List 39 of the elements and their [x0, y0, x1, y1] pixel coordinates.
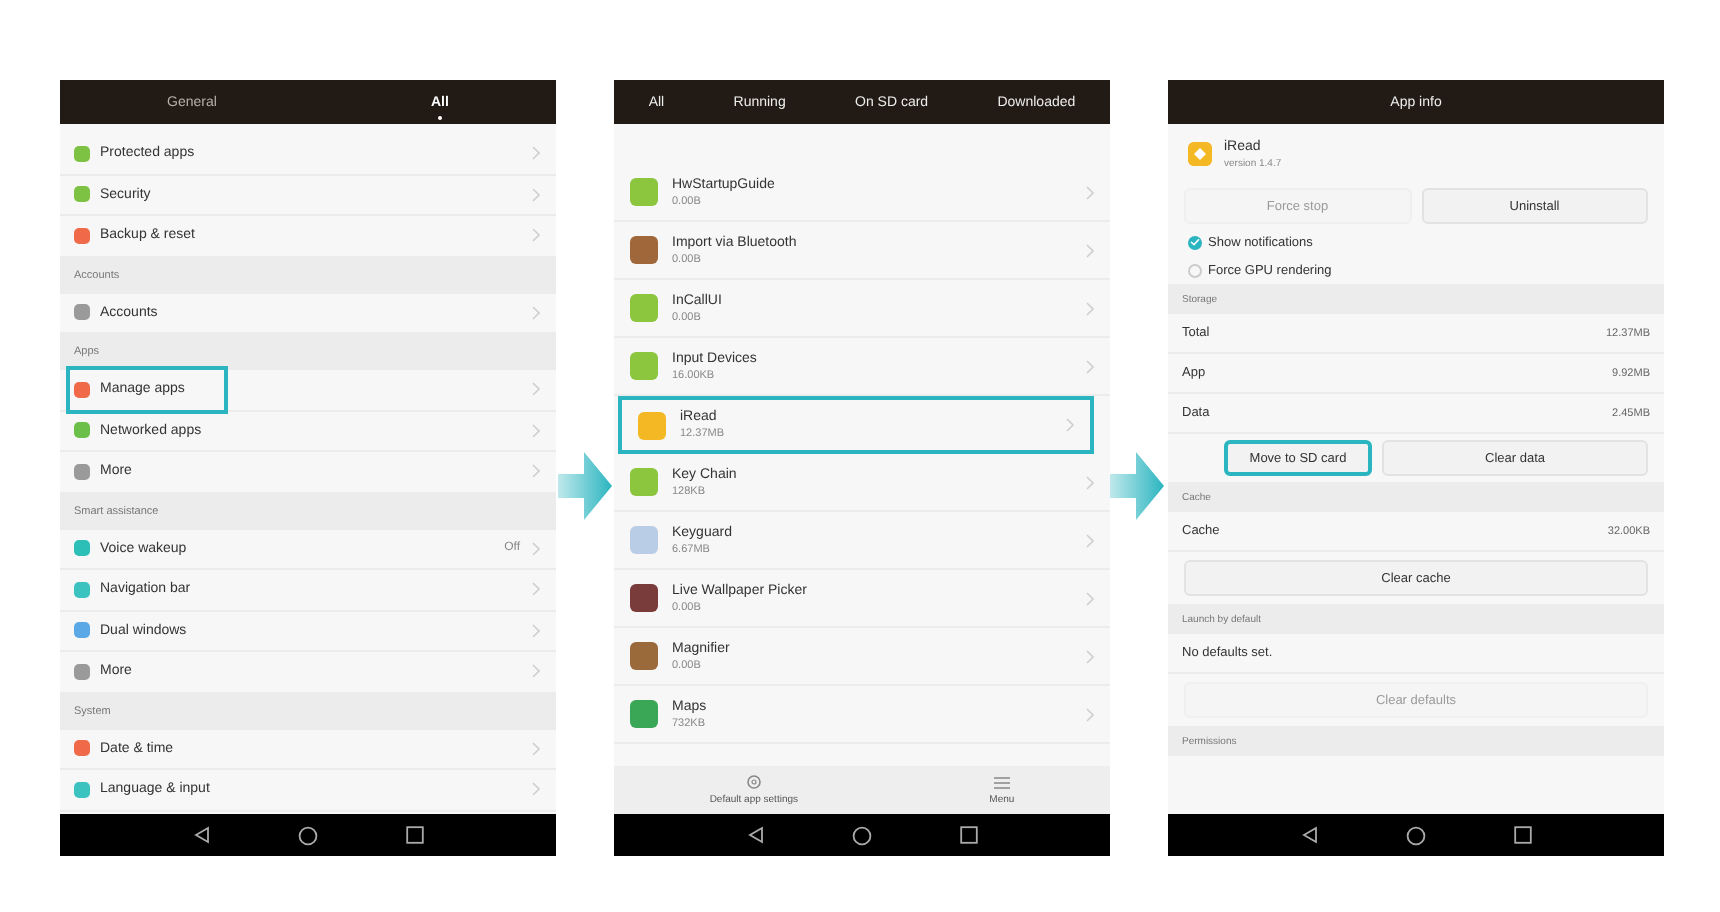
recents-icon[interactable]	[1513, 826, 1531, 844]
home-icon[interactable]	[1405, 825, 1425, 845]
back-icon[interactable]	[193, 826, 209, 844]
chevron-icon	[532, 782, 540, 797]
chevron-icon	[1086, 475, 1094, 489]
chevron-icon	[532, 741, 540, 756]
chevron-icon	[1086, 649, 1094, 663]
chevron-icon	[1086, 533, 1094, 547]
recents-icon[interactable]	[959, 826, 977, 844]
chevron-icon	[1086, 591, 1094, 605]
chevron-icon	[532, 228, 540, 243]
chevron-icon	[532, 582, 540, 597]
chevron-icon	[532, 146, 540, 161]
chevron-icon	[1086, 301, 1094, 315]
chevron-icon	[532, 541, 540, 556]
chevron-icon	[1086, 185, 1094, 199]
back-icon[interactable]	[747, 826, 763, 844]
chevron-icon	[532, 664, 540, 679]
home-icon[interactable]	[297, 825, 317, 845]
menu-icon	[993, 775, 1010, 789]
home-icon[interactable]	[851, 825, 871, 845]
arrow	[1110, 452, 1164, 520]
chevron-icon	[532, 305, 540, 320]
chevron-icon	[532, 623, 540, 638]
app-icon	[1188, 142, 1212, 166]
chevron-icon	[1066, 418, 1074, 432]
arrow	[558, 452, 612, 520]
chevron-icon	[1086, 243, 1094, 257]
chevron-icon	[1086, 359, 1094, 373]
checkbox[interactable]	[1188, 235, 1202, 249]
chevron-icon	[1086, 707, 1094, 721]
chevron-icon	[532, 382, 540, 397]
recents-icon[interactable]	[405, 826, 423, 844]
chevron-icon	[532, 464, 540, 479]
chevron-icon	[532, 423, 540, 438]
back-icon[interactable]	[1301, 826, 1317, 844]
chevron-icon	[532, 187, 540, 202]
checkbox[interactable]	[1188, 263, 1202, 277]
gear-icon	[745, 774, 762, 790]
